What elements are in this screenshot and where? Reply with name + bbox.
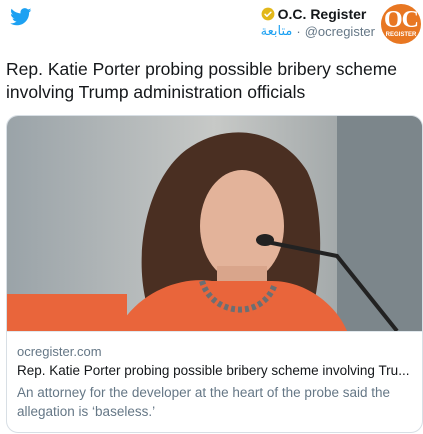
card-description: An attorney for the developer at the hea… xyxy=(17,385,390,419)
handle[interactable]: @ocregister xyxy=(305,24,375,39)
link-card[interactable]: ocregister.com Rep. Katie Porter probing… xyxy=(6,115,423,433)
follow-button[interactable]: متابعة xyxy=(261,24,293,39)
account-info[interactable]: O.C. Register متابعة · @ocregister xyxy=(261,6,375,39)
avatar-logo-text: OC xyxy=(384,7,419,33)
display-name[interactable]: O.C. Register xyxy=(278,6,367,22)
verified-badge-icon xyxy=(261,7,275,21)
twitter-bird-icon[interactable] xyxy=(10,8,32,26)
separator: · xyxy=(296,24,301,39)
tweet-text: Rep. Katie Porter probing possible bribe… xyxy=(6,59,398,102)
card-body[interactable]: ocregister.com Rep. Katie Porter probing… xyxy=(7,331,422,432)
card-image[interactable] xyxy=(7,116,422,331)
tweet-embed: O.C. Register متابعة · @ocregister OC RE… xyxy=(0,0,423,434)
avatar[interactable]: OC REGISTER xyxy=(381,4,421,44)
card-title[interactable]: Rep. Katie Porter probing possible bribe… xyxy=(17,363,413,378)
card-domain: ocregister.com xyxy=(17,344,102,359)
avatar-logo-subtext: REGISTER xyxy=(385,32,417,38)
